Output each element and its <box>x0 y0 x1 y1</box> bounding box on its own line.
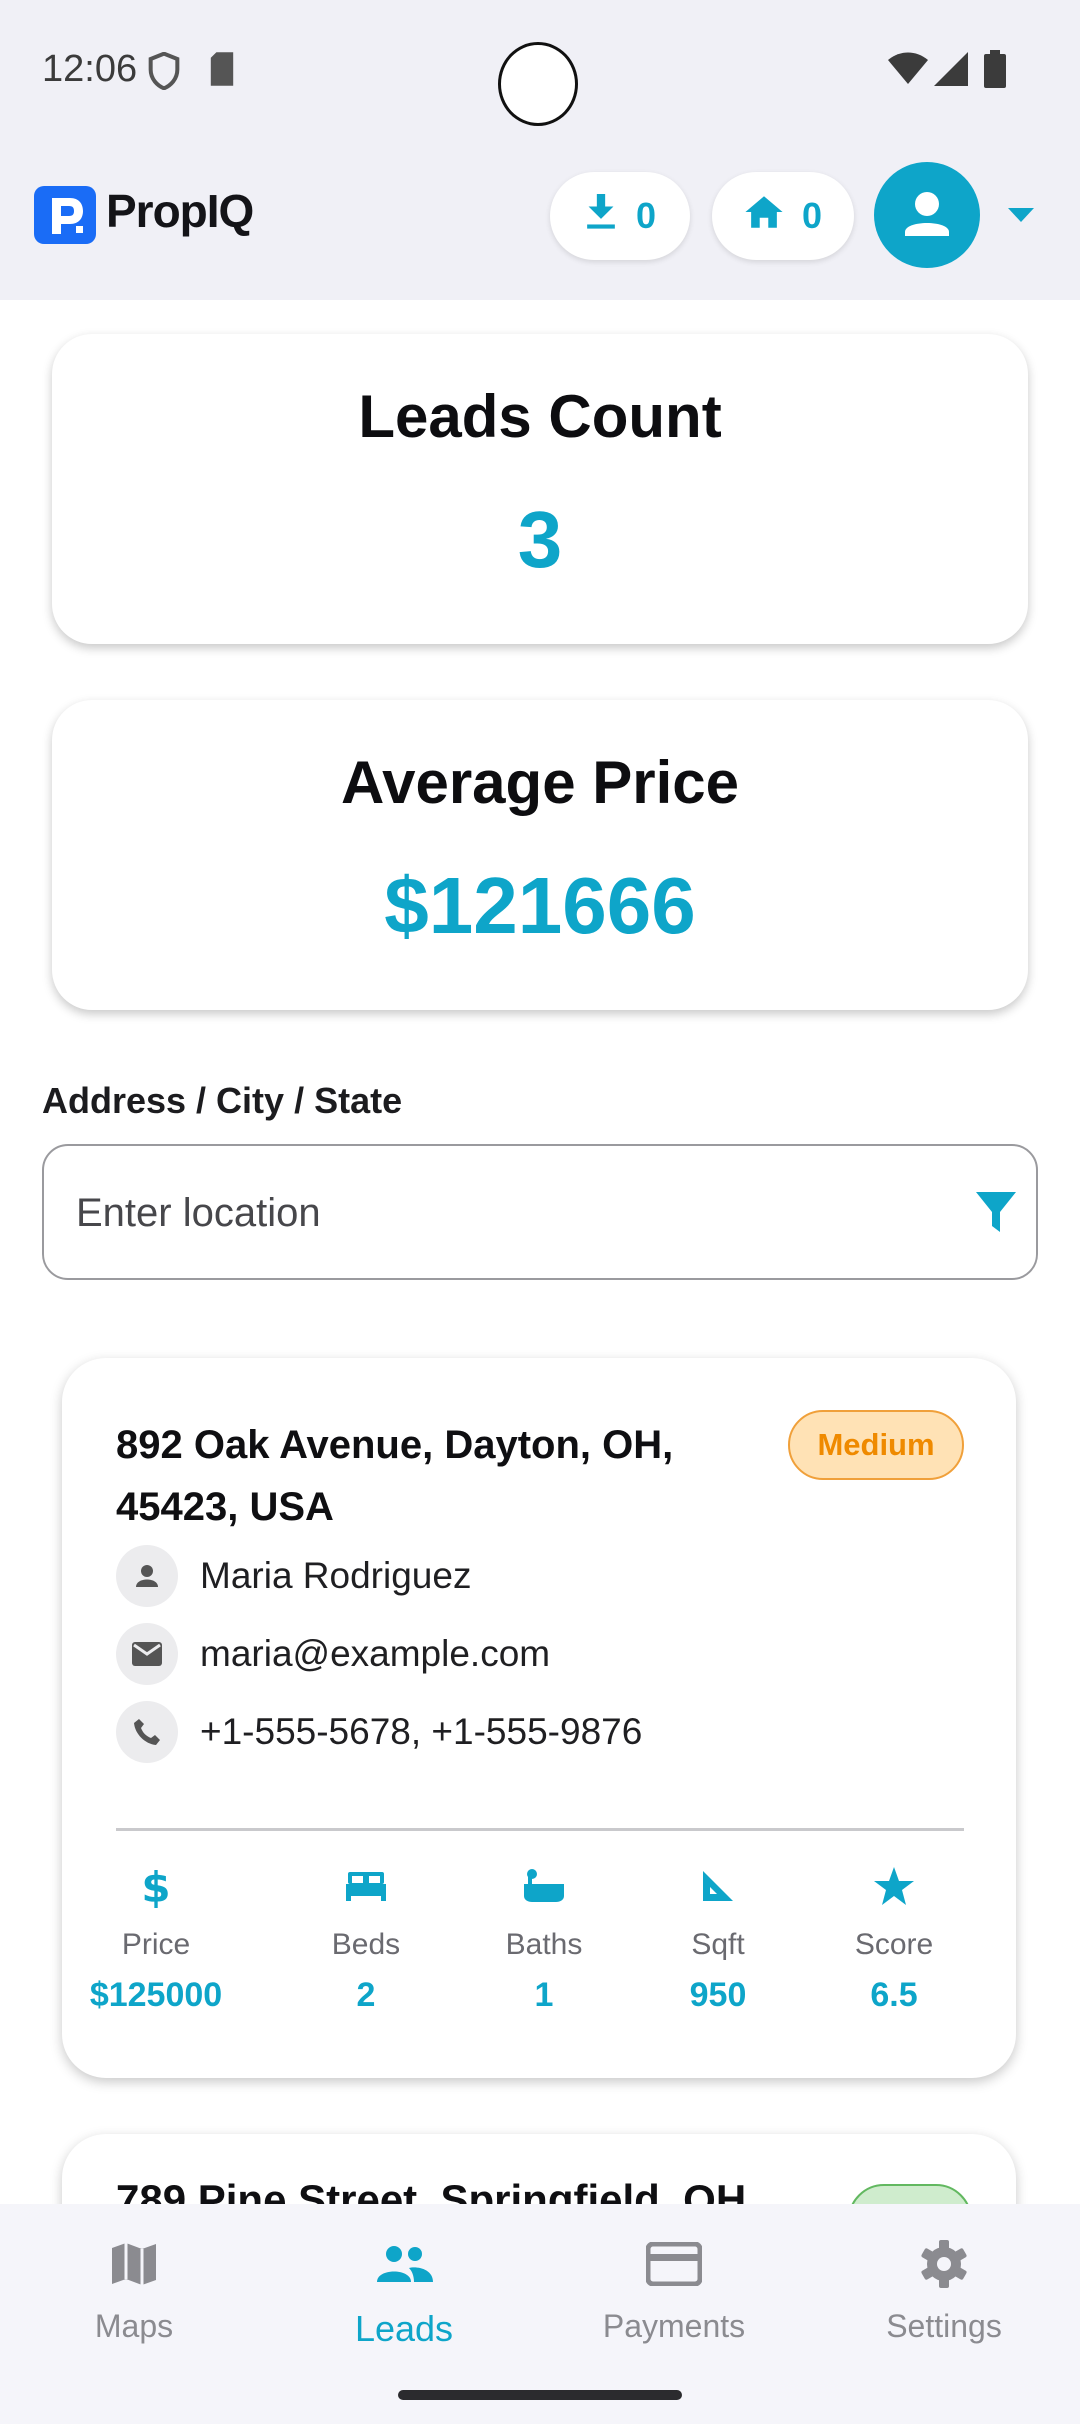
dollar-icon: $ <box>66 1858 246 1914</box>
score-value: 6.5 <box>870 1976 918 2014</box>
filter-icon[interactable] <box>974 1190 1018 1239</box>
location-field <box>42 1144 1038 1280</box>
lead-email-row: maria@example.com <box>116 1622 550 1686</box>
lead-phone-row: +1-555-5678, +1-555-9876 <box>116 1700 642 1764</box>
map-icon <box>34 2232 234 2296</box>
phone-icon <box>116 1701 178 1763</box>
location-label: Address / City / State <box>42 1080 403 1121</box>
scroll-content[interactable]: Leads Count 3 Average Price $121666 Addr… <box>0 0 1080 2204</box>
lead-card[interactable]: 892 Oak Avenue, Dayton, OH, 45423, USA M… <box>62 1358 1016 2078</box>
average-price-value: $121666 <box>384 861 696 950</box>
person-icon <box>116 1545 178 1607</box>
mail-icon <box>116 1623 178 1685</box>
lead-owner-row: Maria Rodriguez <box>116 1544 471 1608</box>
sqft-value: 950 <box>689 1976 747 2014</box>
bed-icon <box>276 1858 456 1914</box>
credit-card-icon <box>574 2232 774 2296</box>
nav-leads[interactable]: Leads <box>304 2232 504 2350</box>
price-value: $125000 <box>89 1976 223 2014</box>
metric-score: Score 6.5 <box>804 1858 984 2015</box>
leads-count-value: 3 <box>517 495 563 584</box>
metric-sqft: Sqft 950 <box>628 1858 808 2015</box>
svg-text:$: $ <box>141 1864 170 1908</box>
lead-address: 892 Oak Avenue, Dayton, OH, 45423, USA <box>116 1423 674 1529</box>
average-price-card: Average Price $121666 <box>52 700 1028 1010</box>
star-icon <box>804 1858 984 1914</box>
home-indicator <box>398 2390 682 2400</box>
location-input[interactable] <box>74 1146 938 1280</box>
lead-address: 789 Pine Street, Springfield, OH <box>116 2176 747 2204</box>
priority-badge <box>848 2184 972 2204</box>
lead-card[interactable]: 789 Pine Street, Springfield, OH <box>62 2134 1016 2204</box>
baths-value: 1 <box>534 1976 554 2014</box>
leads-count-card: Leads Count 3 <box>52 334 1028 644</box>
bathtub-icon <box>454 1858 634 1914</box>
lead-email[interactable]: maria@example.com <box>200 1633 550 1675</box>
metric-price: $ Price $125000 <box>66 1858 246 2015</box>
leads-count-title: Leads Count <box>358 383 722 450</box>
priority-badge: Medium <box>788 1410 964 1480</box>
metric-beds: Beds 2 <box>276 1858 456 2015</box>
beds-value: 2 <box>356 1976 376 2014</box>
square-foot-icon <box>628 1858 808 1914</box>
metric-baths: Baths 1 <box>454 1858 634 2015</box>
nav-payments[interactable]: Payments <box>574 2232 774 2345</box>
nav-maps[interactable]: Maps <box>34 2232 234 2345</box>
divider <box>116 1828 964 1831</box>
lead-owner-name: Maria Rodriguez <box>200 1555 472 1596</box>
gear-icon <box>844 2232 1044 2296</box>
nav-settings[interactable]: Settings <box>844 2232 1044 2345</box>
lead-phones[interactable]: +1-555-5678, +1-555-9876 <box>200 1711 642 1753</box>
average-price-title: Average Price <box>340 749 740 816</box>
people-icon <box>304 2232 504 2296</box>
